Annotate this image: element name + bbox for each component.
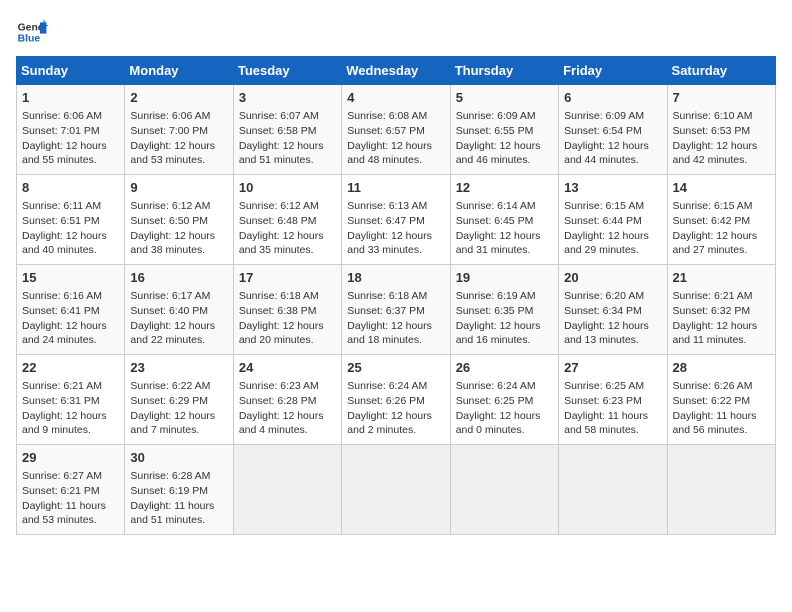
calendar-cell: 9Sunrise: 6:12 AMSunset: 6:50 PMDaylight… (125, 175, 233, 265)
day-header-friday: Friday (559, 57, 667, 85)
day-number: 23 (130, 359, 227, 377)
day-number: 2 (130, 89, 227, 107)
calendar-week-2: 8Sunrise: 6:11 AMSunset: 6:51 PMDaylight… (17, 175, 776, 265)
calendar-cell: 15Sunrise: 6:16 AMSunset: 6:41 PMDayligh… (17, 265, 125, 355)
day-number: 1 (22, 89, 119, 107)
calendar-body: 1Sunrise: 6:06 AMSunset: 7:01 PMDaylight… (17, 85, 776, 535)
day-number: 10 (239, 179, 336, 197)
day-header-wednesday: Wednesday (342, 57, 450, 85)
calendar-cell: 16Sunrise: 6:17 AMSunset: 6:40 PMDayligh… (125, 265, 233, 355)
day-number: 17 (239, 269, 336, 287)
day-number: 6 (564, 89, 661, 107)
day-number: 21 (673, 269, 770, 287)
day-number: 28 (673, 359, 770, 377)
calendar-cell (342, 445, 450, 535)
day-number: 27 (564, 359, 661, 377)
calendar-cell: 19Sunrise: 6:19 AMSunset: 6:35 PMDayligh… (450, 265, 558, 355)
day-number: 4 (347, 89, 444, 107)
calendar-cell: 4Sunrise: 6:08 AMSunset: 6:57 PMDaylight… (342, 85, 450, 175)
day-headers-row: SundayMondayTuesdayWednesdayThursdayFrid… (17, 57, 776, 85)
calendar-cell: 20Sunrise: 6:20 AMSunset: 6:34 PMDayligh… (559, 265, 667, 355)
calendar-cell: 28Sunrise: 6:26 AMSunset: 6:22 PMDayligh… (667, 355, 775, 445)
svg-text:Blue: Blue (18, 34, 41, 45)
calendar-cell: 27Sunrise: 6:25 AMSunset: 6:23 PMDayligh… (559, 355, 667, 445)
day-header-tuesday: Tuesday (233, 57, 341, 85)
calendar-cell (667, 445, 775, 535)
calendar-cell: 12Sunrise: 6:14 AMSunset: 6:45 PMDayligh… (450, 175, 558, 265)
page-header: General Blue (16, 16, 776, 48)
day-number: 22 (22, 359, 119, 377)
day-number: 20 (564, 269, 661, 287)
calendar-cell: 25Sunrise: 6:24 AMSunset: 6:26 PMDayligh… (342, 355, 450, 445)
calendar-table: SundayMondayTuesdayWednesdayThursdayFrid… (16, 56, 776, 535)
day-number: 25 (347, 359, 444, 377)
calendar-cell: 30Sunrise: 6:28 AMSunset: 6:19 PMDayligh… (125, 445, 233, 535)
day-number: 11 (347, 179, 444, 197)
day-number: 15 (22, 269, 119, 287)
day-number: 29 (22, 449, 119, 467)
calendar-cell (233, 445, 341, 535)
logo-icon: General Blue (16, 16, 48, 48)
day-number: 7 (673, 89, 770, 107)
day-number: 14 (673, 179, 770, 197)
calendar-cell: 8Sunrise: 6:11 AMSunset: 6:51 PMDaylight… (17, 175, 125, 265)
day-header-monday: Monday (125, 57, 233, 85)
calendar-week-5: 29Sunrise: 6:27 AMSunset: 6:21 PMDayligh… (17, 445, 776, 535)
day-header-saturday: Saturday (667, 57, 775, 85)
calendar-cell: 2Sunrise: 6:06 AMSunset: 7:00 PMDaylight… (125, 85, 233, 175)
calendar-cell: 6Sunrise: 6:09 AMSunset: 6:54 PMDaylight… (559, 85, 667, 175)
day-number: 9 (130, 179, 227, 197)
day-number: 19 (456, 269, 553, 287)
day-number: 24 (239, 359, 336, 377)
calendar-cell: 29Sunrise: 6:27 AMSunset: 6:21 PMDayligh… (17, 445, 125, 535)
calendar-cell: 14Sunrise: 6:15 AMSunset: 6:42 PMDayligh… (667, 175, 775, 265)
calendar-cell: 18Sunrise: 6:18 AMSunset: 6:37 PMDayligh… (342, 265, 450, 355)
calendar-cell: 22Sunrise: 6:21 AMSunset: 6:31 PMDayligh… (17, 355, 125, 445)
day-number: 26 (456, 359, 553, 377)
day-number: 30 (130, 449, 227, 467)
calendar-cell: 26Sunrise: 6:24 AMSunset: 6:25 PMDayligh… (450, 355, 558, 445)
calendar-week-1: 1Sunrise: 6:06 AMSunset: 7:01 PMDaylight… (17, 85, 776, 175)
day-number: 13 (564, 179, 661, 197)
calendar-cell: 1Sunrise: 6:06 AMSunset: 7:01 PMDaylight… (17, 85, 125, 175)
day-number: 8 (22, 179, 119, 197)
calendar-cell: 13Sunrise: 6:15 AMSunset: 6:44 PMDayligh… (559, 175, 667, 265)
calendar-cell: 21Sunrise: 6:21 AMSunset: 6:32 PMDayligh… (667, 265, 775, 355)
calendar-cell: 5Sunrise: 6:09 AMSunset: 6:55 PMDaylight… (450, 85, 558, 175)
calendar-cell (559, 445, 667, 535)
day-number: 12 (456, 179, 553, 197)
calendar-week-3: 15Sunrise: 6:16 AMSunset: 6:41 PMDayligh… (17, 265, 776, 355)
calendar-cell: 24Sunrise: 6:23 AMSunset: 6:28 PMDayligh… (233, 355, 341, 445)
day-number: 5 (456, 89, 553, 107)
calendar-cell: 11Sunrise: 6:13 AMSunset: 6:47 PMDayligh… (342, 175, 450, 265)
calendar-cell (450, 445, 558, 535)
day-number: 16 (130, 269, 227, 287)
calendar-header: SundayMondayTuesdayWednesdayThursdayFrid… (17, 57, 776, 85)
calendar-cell: 3Sunrise: 6:07 AMSunset: 6:58 PMDaylight… (233, 85, 341, 175)
logo: General Blue (16, 16, 48, 48)
calendar-week-4: 22Sunrise: 6:21 AMSunset: 6:31 PMDayligh… (17, 355, 776, 445)
calendar-cell: 10Sunrise: 6:12 AMSunset: 6:48 PMDayligh… (233, 175, 341, 265)
day-header-thursday: Thursday (450, 57, 558, 85)
day-number: 3 (239, 89, 336, 107)
calendar-cell: 17Sunrise: 6:18 AMSunset: 6:38 PMDayligh… (233, 265, 341, 355)
day-header-sunday: Sunday (17, 57, 125, 85)
day-number: 18 (347, 269, 444, 287)
calendar-cell: 23Sunrise: 6:22 AMSunset: 6:29 PMDayligh… (125, 355, 233, 445)
calendar-cell: 7Sunrise: 6:10 AMSunset: 6:53 PMDaylight… (667, 85, 775, 175)
